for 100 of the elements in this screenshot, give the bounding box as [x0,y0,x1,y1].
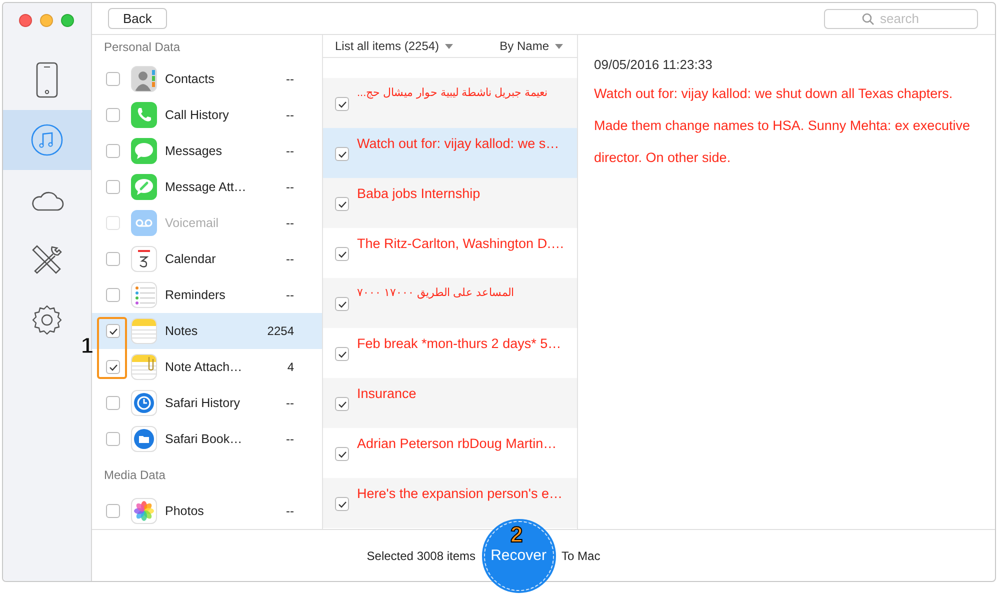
note-title: The Ritz-Carlton, Washington D.… [357,236,564,251]
zoom-icon[interactable] [61,14,74,27]
category-item[interactable]: Message Att… -- [92,169,322,205]
item-count: -- [286,72,294,86]
caret-icon [445,44,454,48]
note-title: Feb break *mon-thurs 2 days* 5… [357,336,562,351]
category-label: Safari Book… [165,432,244,446]
item-count: -- [286,504,294,518]
step-number: 1 [81,333,94,359]
item-count: -- [286,396,294,410]
category-item[interactable]: Contacts -- [92,61,322,97]
category-item[interactable]: Reminders -- [92,277,322,313]
category-item[interactable]: Calendar -- [92,241,322,277]
note-title: المساعد على الطريق ١٧٠٠٠ ٧٠٠٠ [357,286,514,299]
reminders-app-icon [131,282,157,308]
note-body: Watch out for: vijay kallod: we shut down all Texas chapters. Made them change names to HSA. Sunny Mehta: ex executive director. On other side. [594,85,971,167]
checkbox[interactable] [106,504,120,518]
highlight-frame [97,317,127,379]
checkbox[interactable] [335,497,349,511]
destination-label: To Mac [562,548,600,562]
checkmark-icon [338,250,346,258]
checkbox[interactable] [335,397,349,411]
category-item[interactable]: Messages -- [92,133,322,169]
checkbox[interactable] [335,97,349,111]
item-count: -- [286,144,294,158]
checkmark-icon [338,450,346,458]
item-count: 4 [287,360,294,374]
settings-icon [31,304,63,336]
minimize-icon[interactable] [40,14,53,27]
item-count: -- [286,180,294,194]
note-title: Baba jobs Internship [357,186,480,201]
search-icon [862,12,874,24]
checkbox[interactable] [106,252,120,266]
checkmark-icon [338,300,346,308]
category-label: Calendar [165,252,217,266]
phone-icon [36,62,58,98]
checkmark-icon [338,500,346,508]
close-icon[interactable] [19,14,32,27]
checkbox[interactable] [335,447,349,461]
checkbox[interactable] [106,144,120,158]
calendar-app-icon [131,246,157,272]
category-label: Photos [165,504,205,518]
checkbox[interactable] [106,360,120,374]
search-field[interactable]: search [824,8,978,28]
category-label: Contacts [165,72,216,86]
checkbox[interactable] [106,396,120,410]
section-heading: Media Data [103,467,166,484]
note-date: 09/05/2016 11:23:33 [594,57,714,72]
checkbox[interactable] [106,324,120,338]
category-label: Messages [165,144,223,158]
checkbox[interactable] [335,147,349,161]
checkbox[interactable] [106,72,120,86]
checkmark-icon [108,364,118,370]
checkbox[interactable] [335,247,349,261]
caret-icon [555,44,563,48]
note-title: Here's the expansion person's e… [357,486,563,501]
voicemail-app-icon [131,210,157,236]
cloud-icon [30,189,64,211]
selection-summary: Selected 3008 items [366,548,476,562]
checkbox[interactable] [335,297,349,311]
category-item[interactable]: Notes 2254 [92,313,322,349]
category-label: Note Attach… [165,360,244,374]
sort-dropdown[interactable]: By Name [500,39,563,53]
category-item[interactable]: Safari History -- [92,385,322,421]
note-title: Adrian Peterson rbDoug Martin… [357,436,557,451]
checkbox[interactable] [106,108,120,122]
item-count: -- [286,252,294,266]
category-item[interactable]: Photos -- [92,493,322,529]
checkbox[interactable] [335,347,349,361]
category-label: Notes [165,324,199,338]
category-item[interactable]: Note Attach… 4 [92,349,322,385]
item-count: 2254 [267,324,294,338]
checkmark-icon [108,328,118,334]
category-label: Voicemail [165,216,220,230]
item-count: -- [286,288,294,302]
checkmark-icon [338,350,346,358]
category-item[interactable]: Call History -- [92,97,322,133]
checkbox[interactable] [106,288,120,302]
category-label: Reminders [165,288,226,302]
photos-app-icon [131,498,157,524]
checkmark-icon [338,200,346,208]
checkbox[interactable] [106,432,120,446]
checkbox[interactable] [335,197,349,211]
call-app-icon [131,102,157,128]
tools-icon [31,244,63,276]
item-count: -- [286,108,294,122]
checkbox[interactable] [106,180,120,194]
checkmark-icon [338,400,346,408]
checkmark-icon [338,100,346,108]
note-title: Watch out for: vijay kallod: we s… [357,136,560,151]
item-count: -- [286,216,294,230]
note-title: نعيمة جبريل ناشطة ليبية حوار ميشال حج... [357,86,548,99]
music-note-icon [31,124,63,156]
checkmark-icon [338,150,346,158]
filter-dropdown[interactable]: List all items (2254) [335,39,454,53]
contacts-app-icon [131,66,157,92]
section-heading: Personal Data [103,39,182,56]
category-item[interactable]: Safari Book… -- [92,421,322,457]
back-button[interactable]: Back [108,8,167,29]
item-count: -- [286,432,294,446]
